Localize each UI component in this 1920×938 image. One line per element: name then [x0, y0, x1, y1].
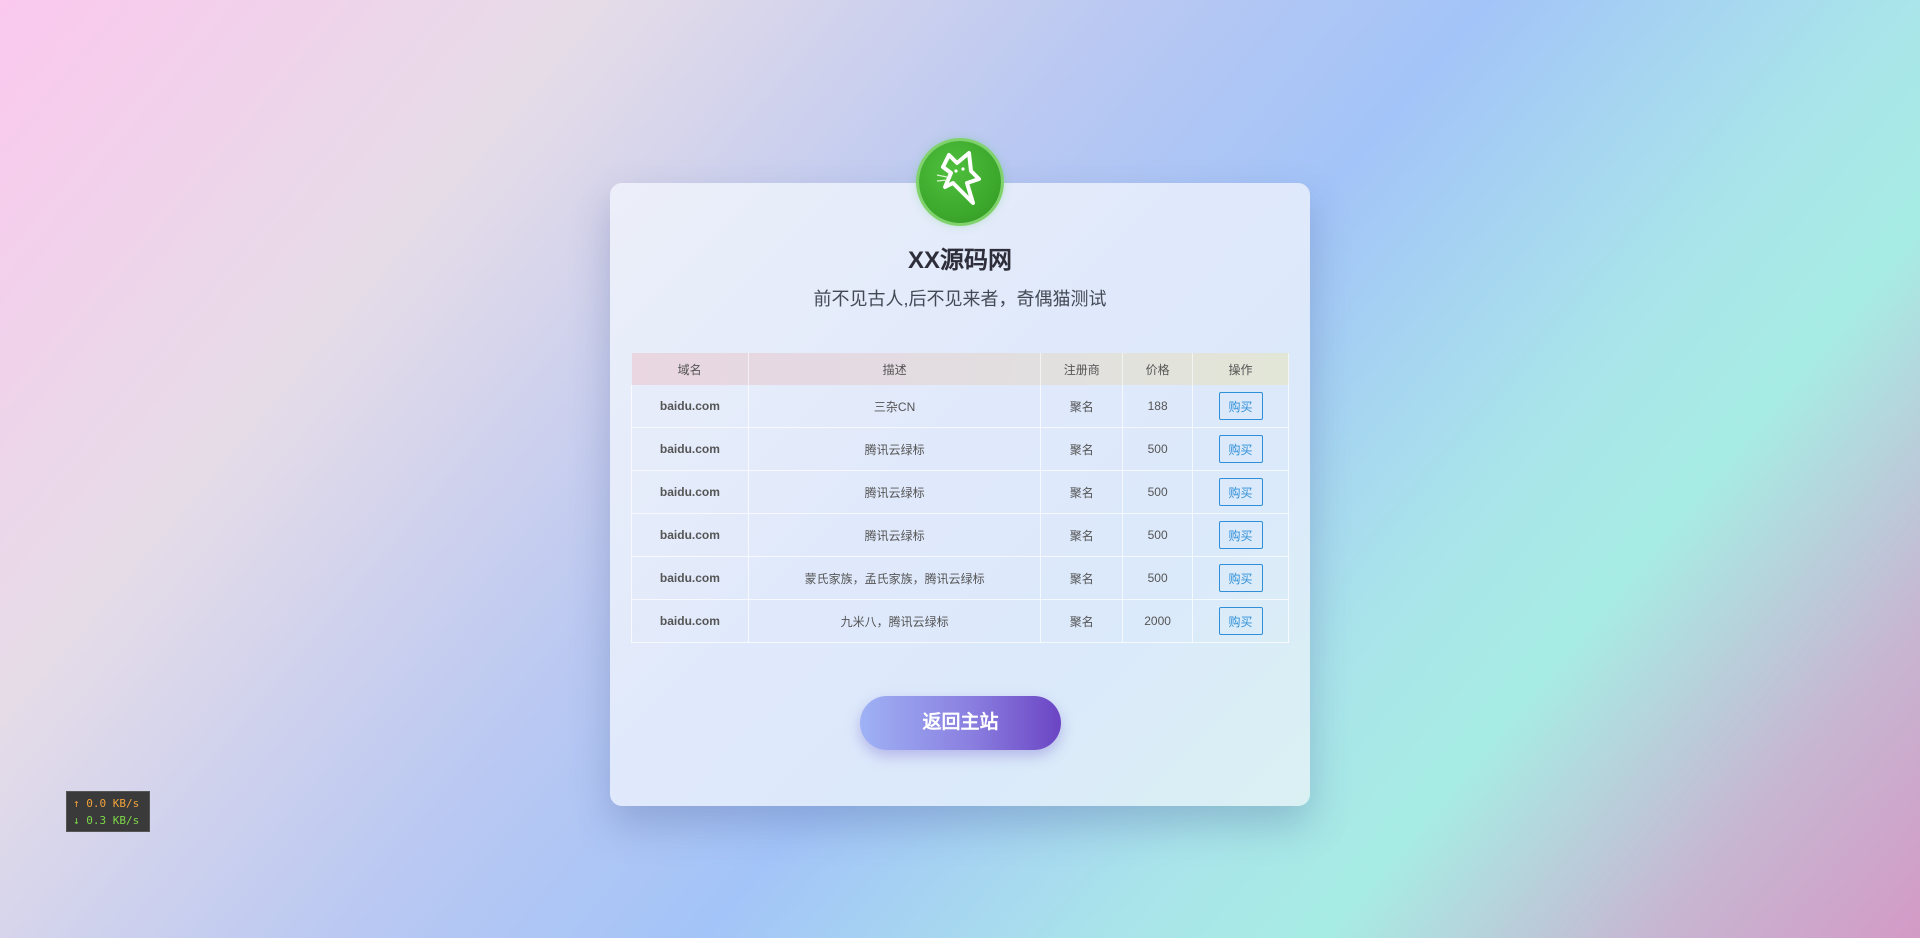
table-row: baidu.com 蒙氏家族，孟氏家族，腾讯云绿标 聚名 500 购买: [631, 556, 1289, 600]
cell-price: 188: [1122, 385, 1194, 428]
cell-registrar: 聚名: [1040, 470, 1124, 514]
cell-domain: baidu.com: [631, 513, 749, 557]
cell-action: 购买: [1192, 556, 1289, 600]
table-row: baidu.com 腾讯云绿标 聚名 500 购买: [631, 513, 1289, 557]
download-speed: ↓ 0.3 KB/s: [73, 814, 140, 827]
lightning-cat-icon: [936, 151, 981, 205]
cell-registrar: 聚名: [1040, 427, 1124, 471]
cell-price: 500: [1122, 513, 1194, 557]
buy-button[interactable]: 购买: [1218, 392, 1263, 420]
header-registrar: 注册商: [1040, 353, 1124, 385]
cell-domain: baidu.com: [631, 556, 749, 600]
cell-registrar: 聚名: [1040, 385, 1124, 428]
cell-action: 购买: [1192, 513, 1289, 557]
table-row: baidu.com 九米八，腾讯云绿标 聚名 2000 购买: [631, 599, 1289, 643]
network-speed-widget: ↑ 0.0 KB/s ↓ 0.3 KB/s: [66, 791, 150, 832]
return-home-button[interactable]: 返回主站: [860, 696, 1061, 750]
table-row: baidu.com 腾讯云绿标 聚名 500 购买: [631, 470, 1289, 514]
site-title: XX源码网: [907, 247, 1012, 274]
domain-card: XX源码网 前不见古人,后不见来者，奇偶猫测试 域名 描述 注册商 价格 操作 …: [610, 141, 1310, 806]
cell-description: 蒙氏家族，孟氏家族，腾讯云绿标: [748, 556, 1042, 600]
upload-speed: ↑ 0.0 KB/s: [73, 797, 140, 810]
buy-button[interactable]: 购买: [1218, 435, 1263, 463]
buy-button[interactable]: 购买: [1218, 607, 1263, 635]
header-description: 描述: [748, 353, 1042, 385]
cell-registrar: 聚名: [1040, 513, 1124, 557]
cell-description: 腾讯云绿标: [748, 470, 1042, 514]
cell-action: 购买: [1192, 385, 1289, 428]
cell-domain: baidu.com: [631, 599, 749, 643]
header-domain: 域名: [631, 353, 749, 385]
buy-button[interactable]: 购买: [1218, 521, 1263, 549]
cell-domain: baidu.com: [631, 427, 749, 471]
table-row: baidu.com 腾讯云绿标 聚名 500 购买: [631, 427, 1289, 471]
cell-registrar: 聚名: [1040, 599, 1124, 643]
cell-description: 腾讯云绿标: [748, 513, 1042, 557]
cell-price: 500: [1122, 556, 1194, 600]
cell-domain: baidu.com: [631, 470, 749, 514]
domain-table: 域名 描述 注册商 价格 操作 baidu.com 三杂CN 聚名 188 购买…: [631, 353, 1289, 643]
buy-button[interactable]: 购买: [1218, 564, 1263, 592]
table-row: baidu.com 三杂CN 聚名 188 购买: [631, 385, 1289, 428]
site-logo: [919, 141, 1001, 223]
cell-description: 腾讯云绿标: [748, 427, 1042, 471]
table-header-row: 域名 描述 注册商 价格 操作: [631, 353, 1289, 385]
buy-button[interactable]: 购买: [1218, 478, 1263, 506]
header-action: 操作: [1192, 353, 1289, 385]
site-subtitle: 前不见古人,后不见来者，奇偶猫测试: [813, 289, 1107, 309]
cell-action: 购买: [1192, 599, 1289, 643]
cell-description: 九米八，腾讯云绿标: [748, 599, 1042, 643]
cell-price: 2000: [1122, 599, 1194, 643]
cell-price: 500: [1122, 427, 1194, 471]
cell-domain: baidu.com: [631, 385, 749, 428]
cell-registrar: 聚名: [1040, 556, 1124, 600]
cell-action: 购买: [1192, 427, 1289, 471]
cell-action: 购买: [1192, 470, 1289, 514]
cell-description: 三杂CN: [748, 385, 1042, 428]
cell-price: 500: [1122, 470, 1194, 514]
header-price: 价格: [1122, 353, 1194, 385]
